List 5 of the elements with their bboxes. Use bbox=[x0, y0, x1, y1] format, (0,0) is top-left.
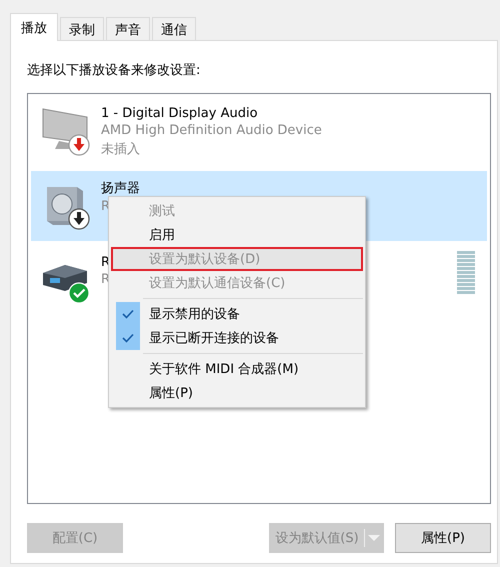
device-name: 1 - Digital Display Audio bbox=[101, 106, 259, 121]
device-description: AMD High Definition Audio Device bbox=[101, 123, 322, 138]
instruction-text: 选择以下播放设备来修改设置: bbox=[27, 62, 202, 79]
device-state: 未插入 bbox=[101, 141, 141, 158]
device-name: 扬声器 bbox=[101, 180, 140, 197]
